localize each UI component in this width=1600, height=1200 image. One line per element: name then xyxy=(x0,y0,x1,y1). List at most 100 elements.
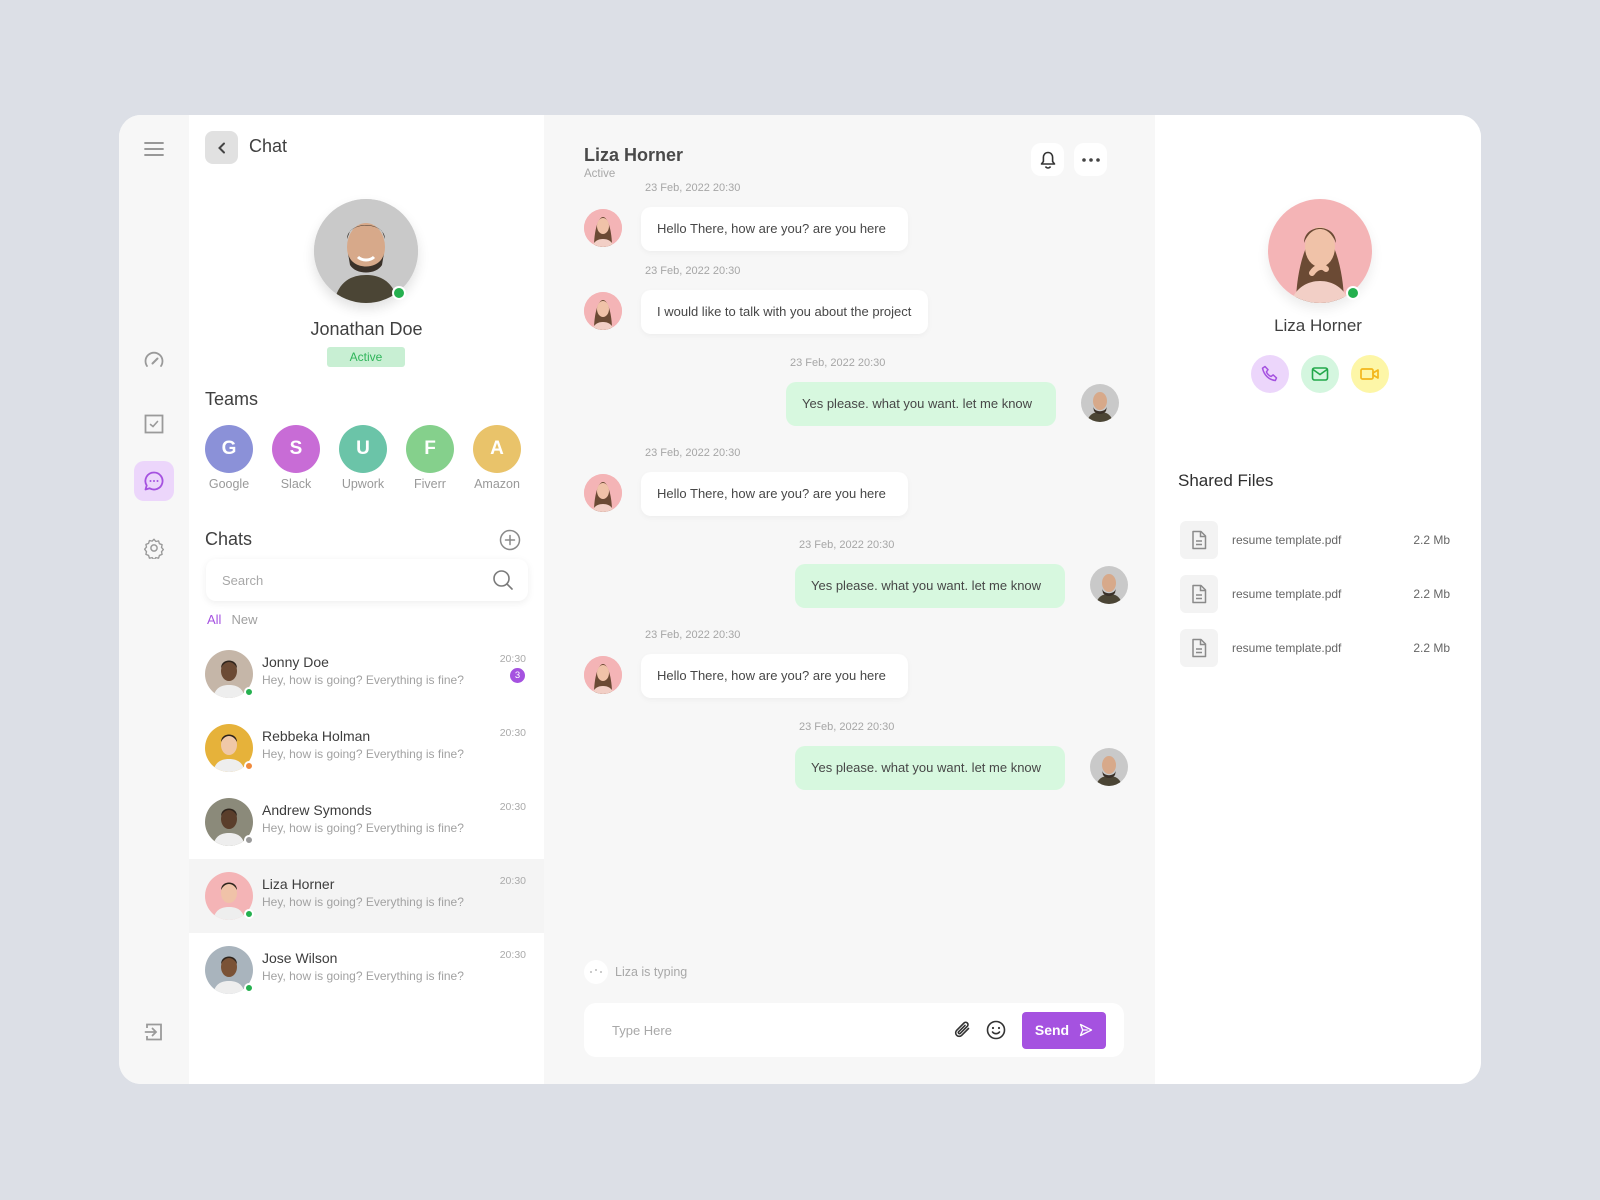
video-call-button[interactable] xyxy=(1351,355,1389,393)
contact-message-avatar xyxy=(584,292,622,330)
more-options-button[interactable] xyxy=(1074,143,1107,176)
chat-contact-name: Jonny Doe xyxy=(262,654,329,670)
team-amazon[interactable]: A Amazon xyxy=(473,425,521,491)
chat-contact-name: Jose Wilson xyxy=(262,950,338,966)
team-avatar[interactable]: G xyxy=(205,425,253,473)
sidebar-item-settings[interactable] xyxy=(134,528,174,568)
teams-list: G Google S Slack U Upwork F Fiverr A Amazon xyxy=(205,425,521,491)
contact-message-avatar xyxy=(584,474,622,512)
message-timestamp: 23 Feb, 2022 20:30 xyxy=(645,265,741,277)
sidebar-item-tasks[interactable] xyxy=(134,404,174,444)
gear-icon xyxy=(143,538,165,559)
chat-list-item[interactable]: Liza Horner Hey, how is going? Everythin… xyxy=(189,859,544,933)
smiley-icon xyxy=(986,1020,1006,1040)
contact-message-avatar xyxy=(584,209,622,247)
message-input[interactable] xyxy=(612,1022,952,1038)
document-icon xyxy=(1180,521,1218,559)
shared-file-item[interactable]: resume template.pdf 2.2 Mb xyxy=(1180,513,1450,567)
filter-tab-new[interactable]: New xyxy=(231,612,257,627)
message-timestamp: 23 Feb, 2022 20:30 xyxy=(645,629,741,641)
call-button[interactable] xyxy=(1251,355,1289,393)
chats-heading: Chats xyxy=(205,529,253,549)
presence-dot xyxy=(244,983,254,993)
message-bubble: I would like to talk with you about the … xyxy=(641,290,928,334)
file-name: resume template.pdf xyxy=(1232,641,1342,655)
menu-button[interactable] xyxy=(134,129,174,169)
chat-filter-tabs: All New xyxy=(207,612,257,627)
chevron-left-icon xyxy=(217,142,225,153)
conversation-contact-name: Liza Horner xyxy=(584,145,684,165)
search-icon[interactable] xyxy=(492,569,514,591)
message-bubble: Hello There, how are you? are you here xyxy=(641,472,908,516)
teams-heading: Teams xyxy=(205,389,259,409)
message-bubble: Yes please. what you want. let me know xyxy=(795,746,1065,790)
message-timestamp: 23 Feb, 2022 20:30 xyxy=(799,539,895,551)
speedometer-icon xyxy=(144,351,164,367)
status-badge: Active xyxy=(327,347,405,367)
bell-icon xyxy=(1040,151,1055,169)
new-chat-button[interactable] xyxy=(499,529,521,551)
team-avatar[interactable]: U xyxy=(339,425,387,473)
mail-icon xyxy=(1311,367,1329,381)
chat-list-item[interactable]: Jonny Doe Hey, how is going? Everything … xyxy=(189,637,544,711)
chat-preview: Hey, how is going? Everything is fine? xyxy=(262,747,464,761)
sidebar-item-dashboard[interactable] xyxy=(134,340,174,380)
team-avatar[interactable]: A xyxy=(473,425,521,473)
chat-list-item[interactable]: Rebbeka Holman Hey, how is going? Everyt… xyxy=(189,711,544,785)
team-upwork[interactable]: U Upwork xyxy=(339,425,387,491)
shared-file-item[interactable]: resume template.pdf 2.2 Mb xyxy=(1180,621,1450,675)
chat-contact-name: Rebbeka Holman xyxy=(262,728,371,744)
message-composer: Send xyxy=(584,1003,1124,1057)
user-name: Jonathan Doe xyxy=(310,319,423,339)
user-message-avatar xyxy=(1081,384,1119,422)
shared-files-list: resume template.pdf 2.2 Mb resume templa… xyxy=(1180,513,1450,675)
emoji-button[interactable] xyxy=(985,1019,1007,1041)
logout-icon xyxy=(144,1023,162,1041)
team-avatar[interactable]: F xyxy=(406,425,454,473)
team-slack[interactable]: S Slack xyxy=(272,425,320,491)
sidebar-item-chat[interactable] xyxy=(134,461,174,501)
attach-button[interactable] xyxy=(952,1019,974,1041)
chat-avatar xyxy=(205,724,254,772)
plus-circle-icon xyxy=(499,529,521,551)
chat-list-panel: Chat Jonathan Doe Active Teams G Google S S… xyxy=(189,115,544,1084)
team-fiverr[interactable]: F Fiverr xyxy=(406,425,454,491)
presence-dot xyxy=(244,835,254,845)
shared-files-heading: Shared Files xyxy=(1178,471,1274,490)
online-status-dot xyxy=(392,286,406,300)
typing-text: Liza is typing xyxy=(615,965,688,979)
chat-list-item[interactable]: Andrew Symonds Hey, how is going? Everyt… xyxy=(189,785,544,859)
message-timestamp: 23 Feb, 2022 20:30 xyxy=(645,182,741,194)
search-box xyxy=(206,559,528,601)
file-name: resume template.pdf xyxy=(1232,587,1342,601)
hamburger-menu-icon xyxy=(144,142,164,156)
unread-count-badge: 3 xyxy=(510,668,525,683)
chat-contact-name: Andrew Symonds xyxy=(262,802,372,818)
user-avatar xyxy=(314,199,418,303)
phone-icon xyxy=(1261,365,1278,382)
chat-preview: Hey, how is going? Everything is fine? xyxy=(262,821,464,835)
back-button[interactable] xyxy=(205,131,238,164)
message-timestamp: 23 Feb, 2022 20:30 xyxy=(799,721,895,733)
team-google[interactable]: G Google xyxy=(205,425,253,491)
search-input[interactable] xyxy=(222,572,492,588)
chat-avatar xyxy=(205,650,254,698)
message-bubble: Yes please. what you want. let me know xyxy=(786,382,1056,426)
file-size: 2.2 Mb xyxy=(1413,533,1450,547)
send-arrow-icon xyxy=(1079,1023,1093,1037)
email-button[interactable] xyxy=(1301,355,1339,393)
contact-actions xyxy=(1251,355,1389,393)
filter-tab-all[interactable]: All xyxy=(207,612,221,627)
team-avatar[interactable]: S xyxy=(272,425,320,473)
contact-message-avatar xyxy=(584,656,622,694)
send-button[interactable]: Send xyxy=(1022,1011,1106,1049)
message-timestamp: 23 Feb, 2022 20:30 xyxy=(790,357,886,369)
chat-preview: Hey, how is going? Everything is fine? xyxy=(262,969,464,983)
typing-dots-icon xyxy=(584,960,608,984)
notifications-button[interactable] xyxy=(1031,143,1064,176)
logout-button[interactable] xyxy=(134,1012,174,1052)
chat-bubble-icon xyxy=(144,471,164,491)
shared-file-item[interactable]: resume template.pdf 2.2 Mb xyxy=(1180,567,1450,621)
chat-list: Jonny Doe Hey, how is going? Everything … xyxy=(189,637,544,1007)
chat-list-item[interactable]: Jose Wilson Hey, how is going? Everythin… xyxy=(189,933,544,1007)
